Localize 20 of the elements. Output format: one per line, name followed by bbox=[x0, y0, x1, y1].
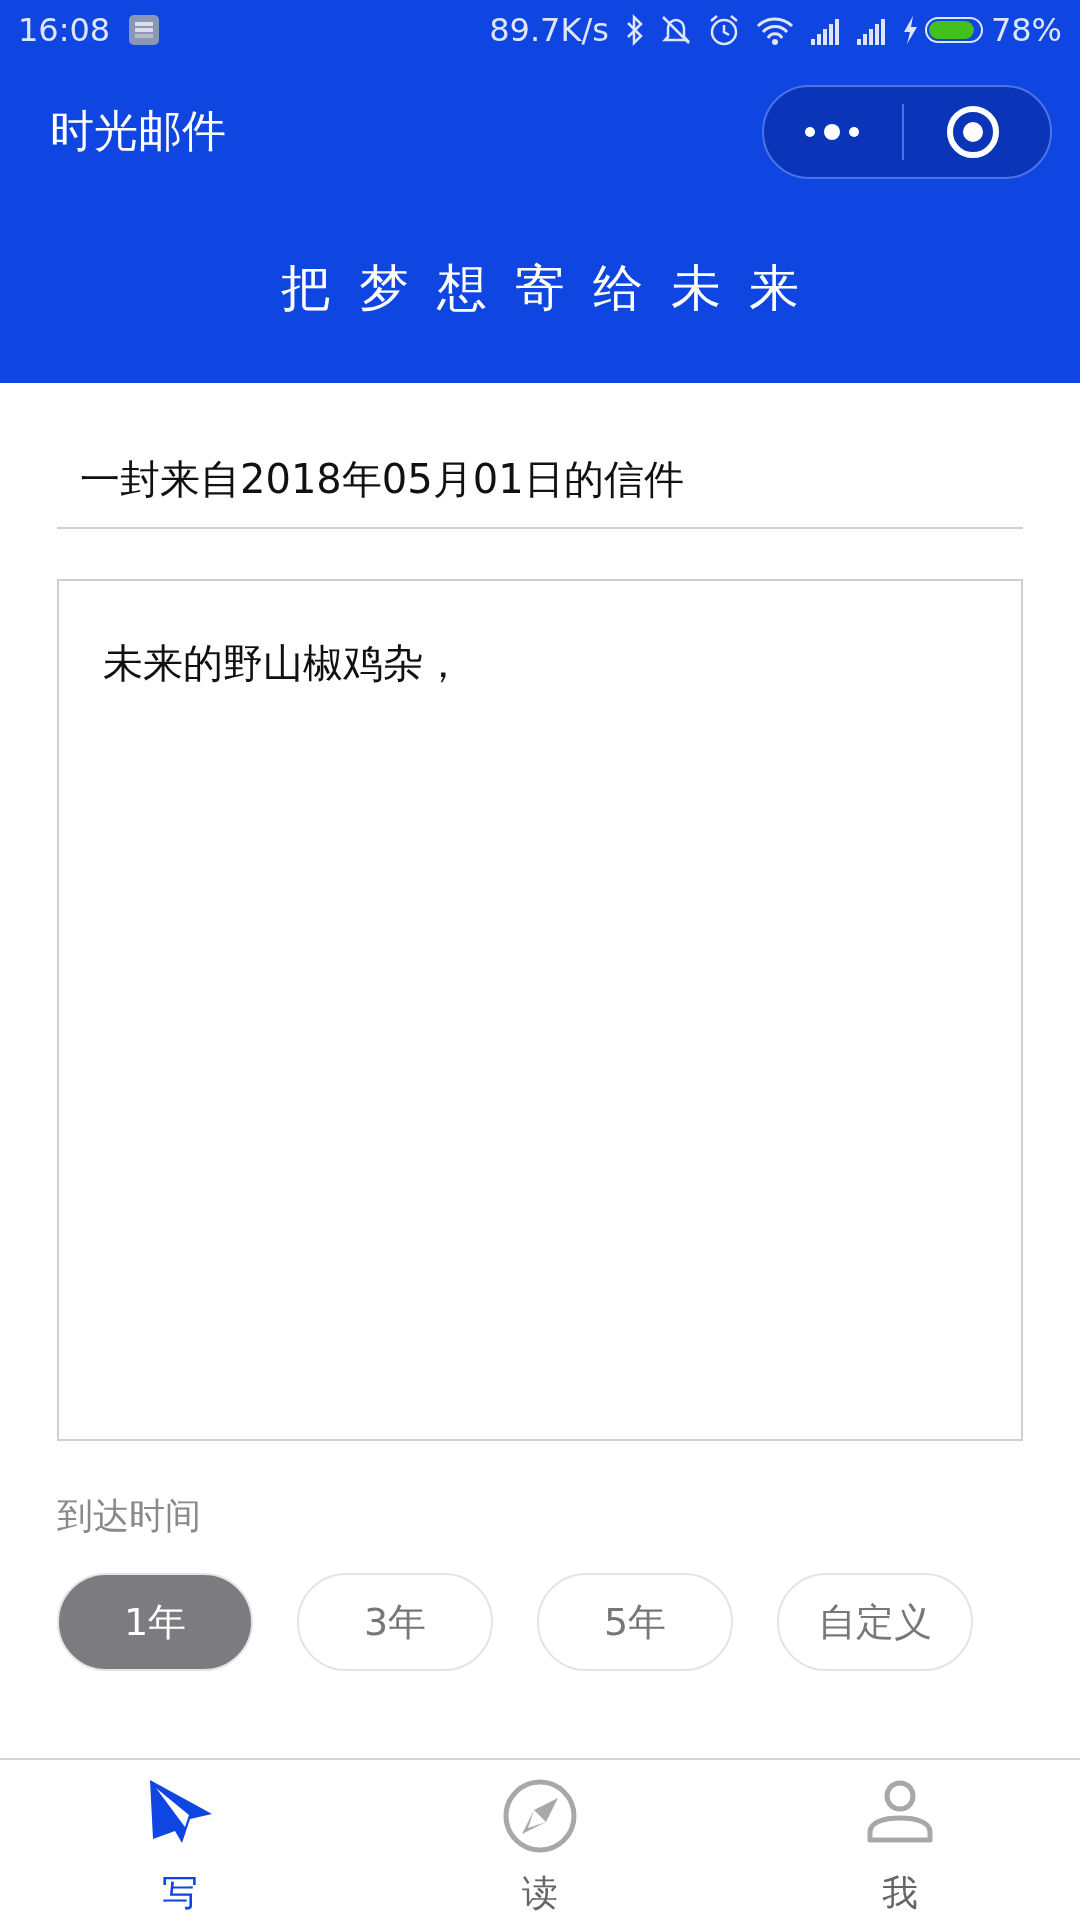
tab-item[interactable]: 写 bbox=[0, 1760, 360, 1920]
tab-item[interactable]: 我 bbox=[720, 1760, 1080, 1920]
wifi-icon bbox=[754, 14, 795, 46]
bluetooth-icon bbox=[624, 14, 645, 46]
duration-option[interactable]: 自定义 bbox=[777, 1573, 973, 1671]
letter-body-field[interactable]: 未来的野山椒鸡杂， bbox=[57, 579, 1023, 1441]
network-speed-text: 89.7K/s bbox=[489, 10, 609, 51]
notification-icon bbox=[128, 14, 161, 46]
arrival-time-label: 到达时间 bbox=[57, 1494, 202, 1538]
compass-icon bbox=[502, 1778, 578, 1854]
more-icon[interactable] bbox=[804, 122, 860, 142]
user-icon bbox=[866, 1778, 934, 1846]
duration-option[interactable]: 1年 bbox=[57, 1573, 253, 1671]
battery-text: 78% bbox=[990, 10, 1062, 51]
app-title: 时光邮件 bbox=[49, 104, 226, 158]
tab-item[interactable]: 读 bbox=[360, 1760, 720, 1920]
duration-option[interactable]: 5年 bbox=[537, 1573, 733, 1671]
slogan-text: 把梦想寄给未来 bbox=[280, 258, 828, 319]
clock-text: 16:08 bbox=[18, 10, 111, 51]
duration-option[interactable]: 3年 bbox=[297, 1573, 493, 1671]
